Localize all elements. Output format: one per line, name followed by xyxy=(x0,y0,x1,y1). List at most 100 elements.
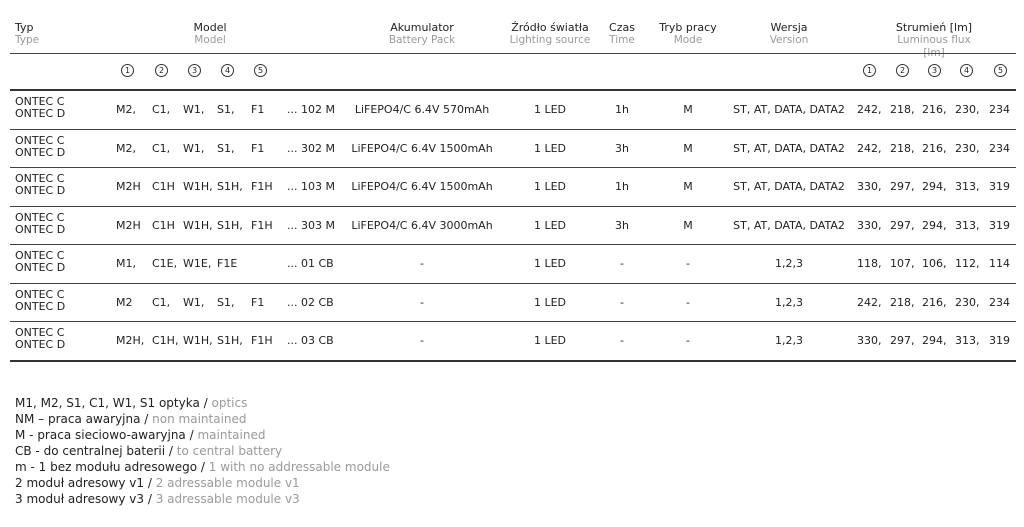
flux-cell: 330, xyxy=(857,218,882,232)
model-circled-number: 1 xyxy=(121,64,134,77)
type-cell: ONTEC D xyxy=(15,338,66,351)
battery-cell: - xyxy=(420,295,424,309)
flux-cell: 242, xyxy=(857,141,882,155)
model-cell: W1E, xyxy=(183,257,212,271)
model-cell: C1, xyxy=(152,103,171,117)
battery-cell: LiFEPO4/C 6.4V 3000mAh xyxy=(351,218,493,232)
model-code-cell: ... 102 M xyxy=(287,103,335,117)
model-cell: C1E, xyxy=(152,257,178,271)
type-cell: ONTEC D xyxy=(15,145,66,159)
flux-cell: 297, xyxy=(890,218,915,232)
legend-en-text: to central battery xyxy=(176,444,283,458)
legend-line: NM – praca awaryjna / non maintained xyxy=(15,411,390,427)
header-akumulator: Akumulator Battery Pack xyxy=(388,21,456,46)
legend-line: 2 moduł adresowy v1 / 2 adressable modul… xyxy=(15,475,390,491)
model-circled-number: 2 xyxy=(155,64,168,77)
flux-cell: 107, xyxy=(890,257,915,271)
header-czas: Czas Time xyxy=(609,21,635,46)
flux-cell: 297, xyxy=(890,180,915,194)
row-divider xyxy=(10,128,1016,130)
version-cell: ST, AT, DATA, DATA2 xyxy=(733,103,845,117)
flux-circled-number: 3 xyxy=(928,64,941,77)
header-model: Model Model xyxy=(193,21,227,46)
legend-pl-text: 2 moduł adresowy v1 / xyxy=(15,476,156,490)
mode-cell: - xyxy=(686,295,690,309)
flux-cell: 294, xyxy=(922,180,947,194)
model-cell: F1 xyxy=(251,103,265,117)
model-cell: W1, xyxy=(183,295,205,309)
legend-en-text: non maintained xyxy=(152,412,247,426)
model-cell: W1, xyxy=(183,103,205,117)
flux-cell: 234 xyxy=(989,295,1010,309)
legend-pl-text: 3 moduł adresowy v3 / xyxy=(15,492,156,506)
time-cell: 3h xyxy=(615,141,629,155)
model-cell: W1H, xyxy=(183,218,213,232)
light-source-cell: 1 LED xyxy=(533,180,567,194)
battery-cell: LiFEPO4/C 6.4V 1500mAh xyxy=(351,180,493,194)
type-cell: ONTEC C xyxy=(15,287,65,301)
model-cell: M2H xyxy=(116,180,141,194)
model-cell: F1H xyxy=(251,334,273,348)
flux-cell: 230, xyxy=(955,141,980,155)
flux-cell: 112, xyxy=(955,257,980,271)
flux-cell: 313, xyxy=(955,218,980,232)
flux-circled-number: 1 xyxy=(863,64,876,77)
flux-cell: 218, xyxy=(890,295,915,309)
model-cell: S1, xyxy=(217,103,235,117)
header-strumien: Strumień [lm] Luminous flux [lm] xyxy=(895,21,973,59)
model-cell: W1H, xyxy=(183,334,213,348)
battery-cell: LiFEPO4/C 6.4V 570mAh xyxy=(354,103,490,117)
battery-cell: - xyxy=(420,257,424,271)
model-cell: M2 xyxy=(116,295,133,309)
legend-pl-text: CB - do centralnej baterii / xyxy=(15,444,177,458)
model-cell: S1H, xyxy=(217,180,243,194)
row-divider xyxy=(10,321,1016,322)
time-cell: 1h xyxy=(615,103,629,117)
header-zrodlo: Źródło światła Lighting source xyxy=(509,21,591,46)
flux-cell: 218, xyxy=(890,103,915,117)
flux-cell: 294, xyxy=(922,218,947,232)
legend-line: m - 1 bez modułu adresowego / 1 with no … xyxy=(15,459,390,475)
flux-cell: 118, xyxy=(857,257,882,271)
flux-cell: 216, xyxy=(922,295,947,309)
flux-cell: 242, xyxy=(857,295,882,309)
time-cell: 3h xyxy=(615,218,629,232)
mode-cell: M xyxy=(683,218,693,232)
flux-cell: 242, xyxy=(857,103,882,117)
type-cell: ONTEC D xyxy=(15,261,66,274)
model-circled-number: 5 xyxy=(254,64,267,77)
light-source-cell: 1 LED xyxy=(533,218,567,232)
flux-cell: 294, xyxy=(922,334,947,348)
header-wersja: Wersja Version xyxy=(769,21,809,46)
legend-pl-text: NM – praca awaryjna / xyxy=(15,412,153,426)
flux-cell: 234 xyxy=(989,103,1010,117)
legend-pl-text: M - praca sieciowo-awaryjna / xyxy=(15,428,198,442)
model-cell: W1H, xyxy=(183,180,213,194)
model-cell: C1, xyxy=(152,141,171,155)
version-cell: 1,2,3 xyxy=(775,334,803,348)
type-cell: ONTEC C xyxy=(15,210,65,224)
flux-cell: 330, xyxy=(857,180,882,194)
version-cell: ST, AT, DATA, DATA2 xyxy=(733,218,845,232)
model-code-cell: ... 303 M xyxy=(287,218,335,232)
model-code-cell: ... 02 CB xyxy=(287,295,334,309)
light-source-cell: 1 LED xyxy=(533,334,567,348)
model-code-cell: ... 03 CB xyxy=(287,334,334,348)
model-cell: C1, xyxy=(152,295,171,309)
type-cell: ONTEC D xyxy=(15,184,66,197)
model-cell: F1 xyxy=(251,295,265,309)
legend-en-text: optics xyxy=(211,396,248,410)
flux-cell: 234 xyxy=(989,141,1010,155)
model-cell: F1 xyxy=(251,141,265,155)
light-source-cell: 1 LED xyxy=(533,257,567,271)
flux-cell: 114 xyxy=(989,257,1010,271)
legend-en-text: 2 adressable module v1 xyxy=(155,476,300,490)
light-source-cell: 1 LED xyxy=(533,295,567,309)
time-cell: 1h xyxy=(615,180,629,194)
flux-cell: 216, xyxy=(922,141,947,155)
flux-circled-number: 2 xyxy=(896,64,909,77)
type-cell: ONTEC D xyxy=(15,222,66,236)
model-code-cell: ... 103 M xyxy=(287,180,335,194)
legend-en-text: 1 with no addressable module xyxy=(208,460,390,474)
model-cell: S1H, xyxy=(217,334,243,348)
